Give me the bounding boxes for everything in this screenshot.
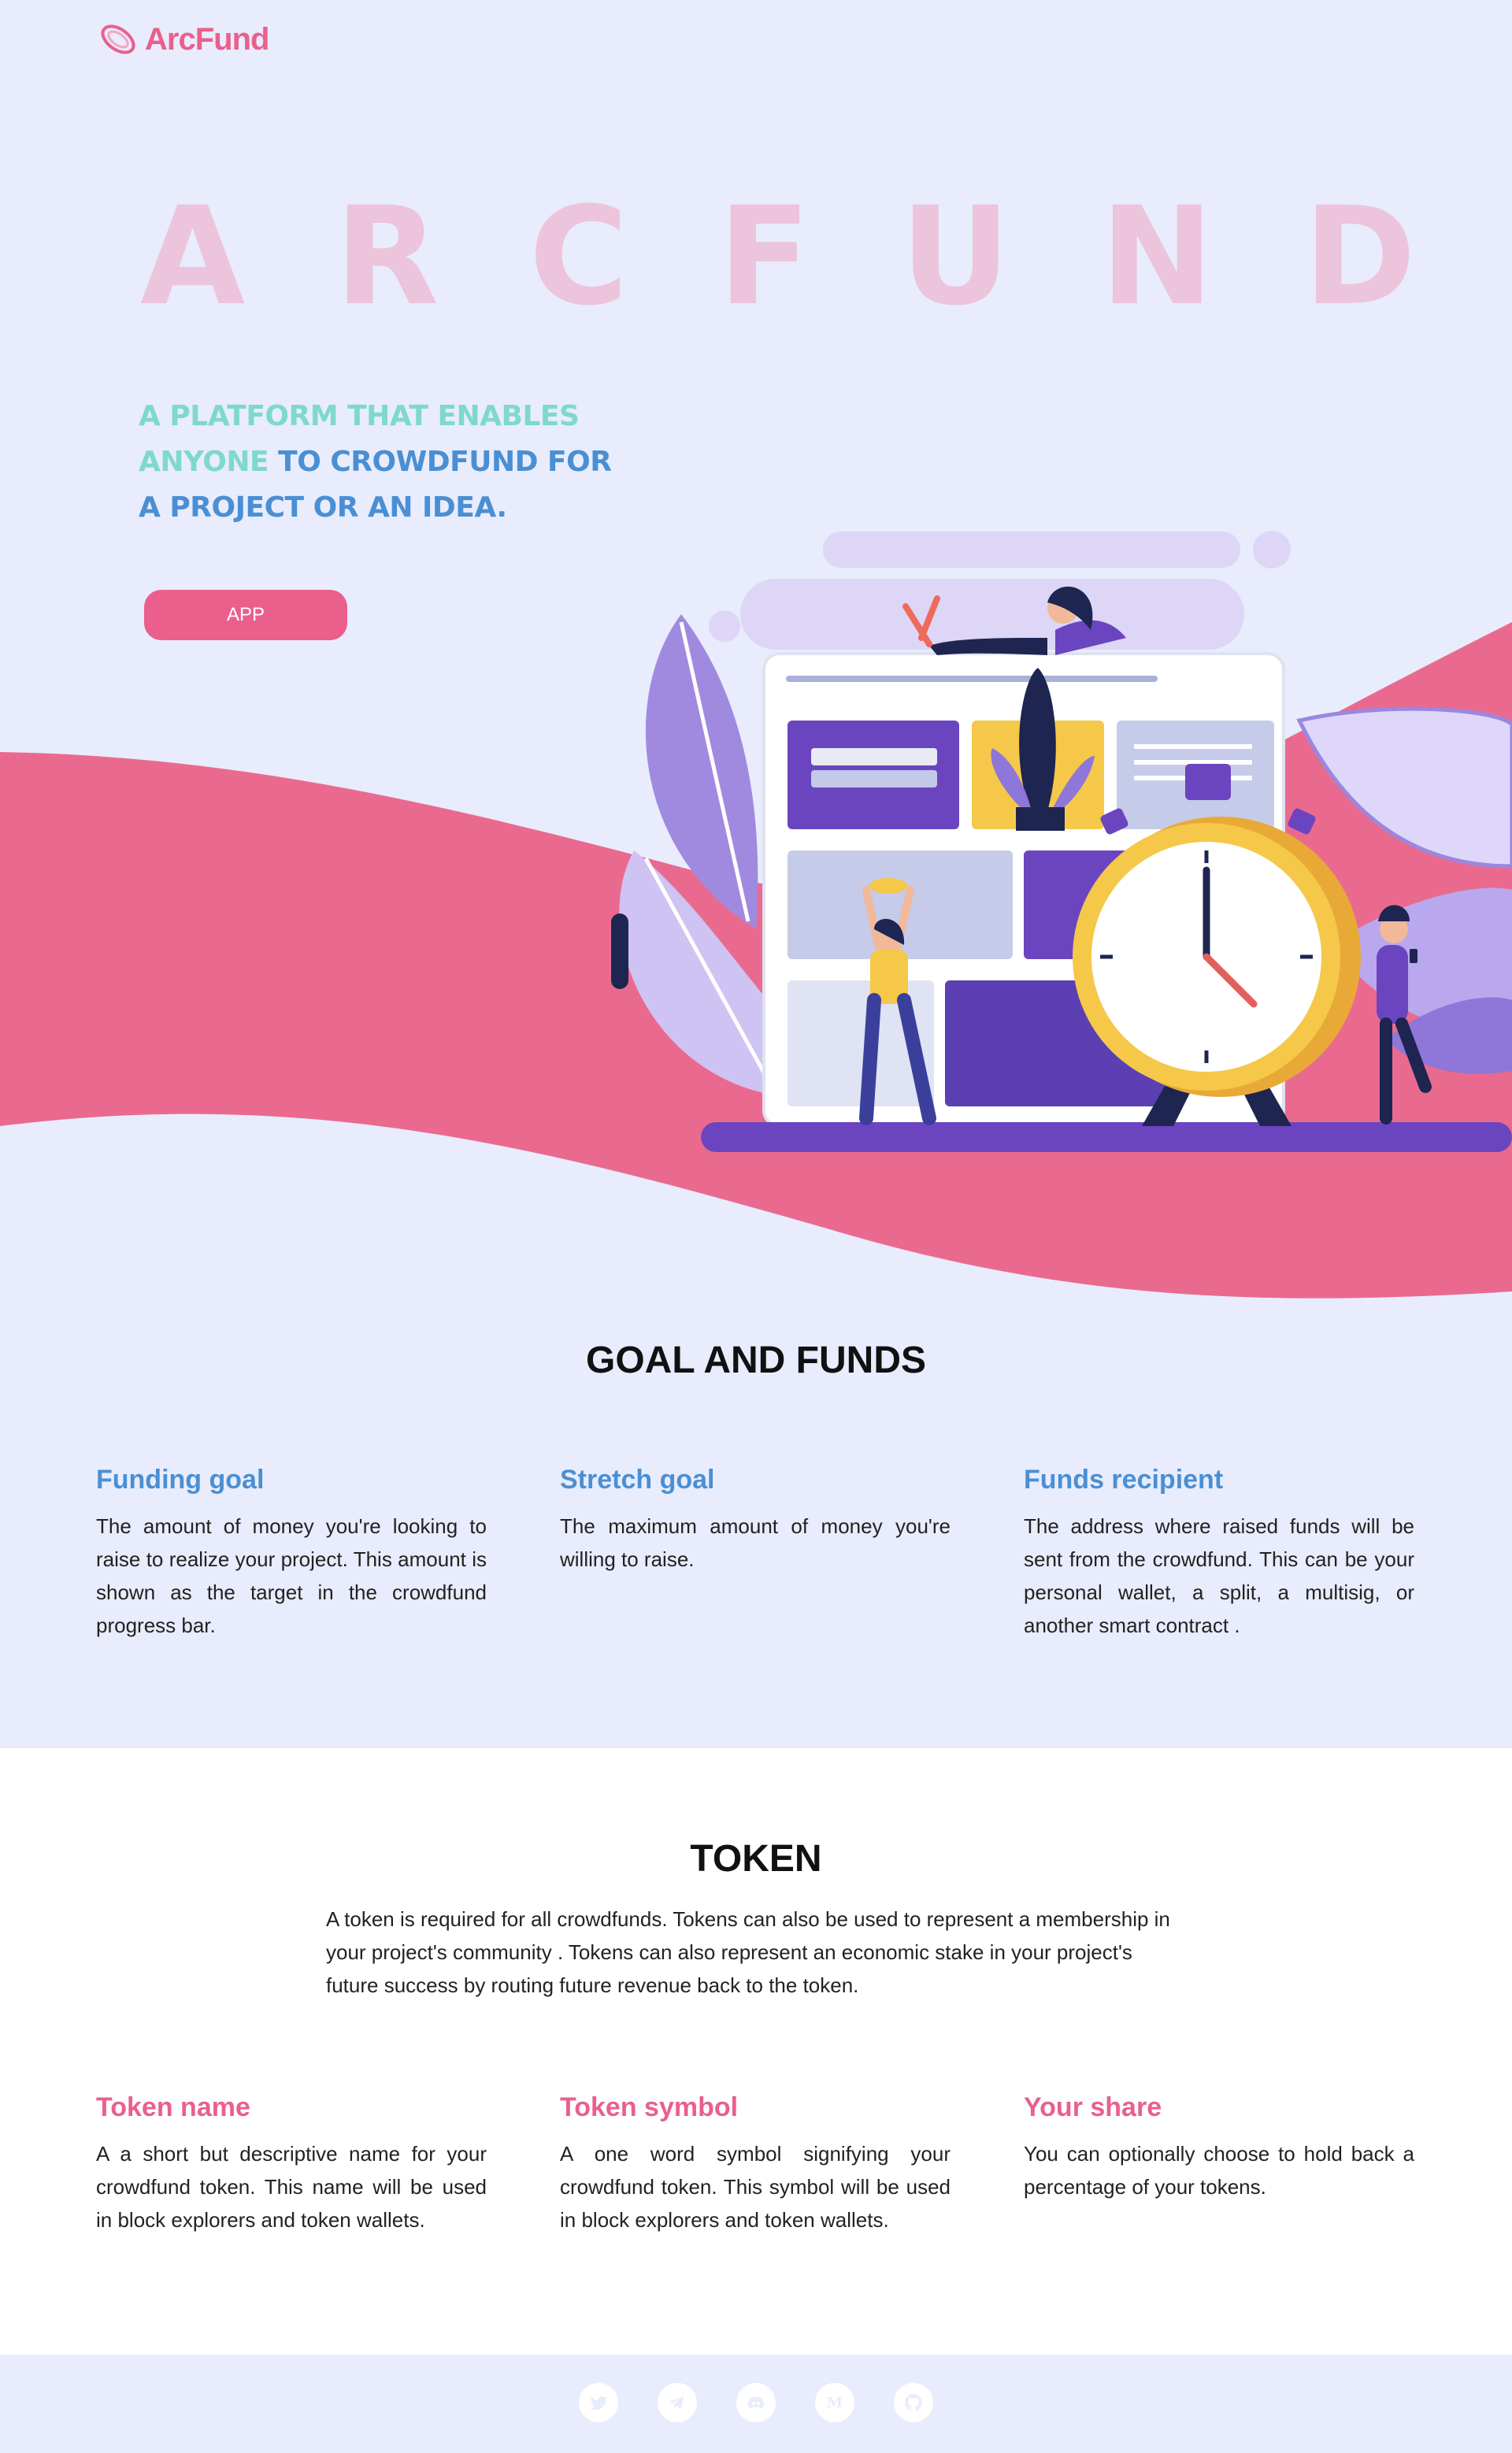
goal-column-stretch-goal: Stretch goal The maximum amount of money… — [560, 1465, 951, 1576]
hero-letter: N — [1100, 177, 1214, 335]
hero-section: ArcFund A R C F U N D A PLATFORM THAT EN… — [0, 0, 1512, 1339]
hero-letter: D — [1303, 177, 1416, 335]
app-button[interactable]: APP — [144, 590, 347, 640]
hero-letter: R — [335, 177, 439, 335]
column-text: A one word symbol signifying your crowdf… — [560, 2142, 951, 2232]
cloud-shapes — [709, 531, 1291, 650]
leaf-shapes — [619, 614, 788, 1095]
column-heading: Funding goal — [96, 1465, 265, 1495]
telegram-icon[interactable] — [658, 2383, 697, 2422]
hero-letter: C — [528, 177, 628, 335]
token-column-name: Token name A a short but descriptive nam… — [96, 2092, 487, 2236]
column-text: The address where raised funds will be s… — [1024, 1514, 1414, 1637]
twitter-icon[interactable] — [579, 2383, 618, 2422]
brand-logo[interactable]: ArcFund — [98, 19, 269, 60]
column-text: The amount of money you're looking to ra… — [96, 1514, 487, 1637]
tagline-part: TO CROWDFUND FOR — [269, 446, 612, 478]
column-heading: Your share — [1024, 2092, 1162, 2122]
column-heading: Token name — [96, 2092, 250, 2122]
column-text: The maximum amount of money you're willi… — [560, 1514, 951, 1571]
token-column-share: Your share You can optionally choose to … — [1024, 2092, 1414, 2203]
hero-big-title: A R C F U N D — [140, 189, 1416, 324]
goal-column-funds-recipient: Funds recipient The address where raised… — [1024, 1465, 1414, 1642]
github-icon[interactable] — [894, 2383, 933, 2422]
pink-wave-bar — [611, 913, 628, 989]
discord-icon[interactable] — [736, 2383, 776, 2422]
goal-section-title: GOAL AND FUNDS — [586, 1340, 926, 1381]
hero-letter: U — [900, 177, 1011, 335]
column-heading: Funds recipient — [1024, 1465, 1224, 1495]
column-heading: Stretch goal — [560, 1465, 715, 1495]
column-text: You can optionally choose to hold back a… — [1024, 2142, 1414, 2199]
arcfund-logo-icon — [101, 24, 135, 54]
svg-text:M: M — [827, 2395, 843, 2411]
hero-illustration — [611, 531, 1512, 1152]
token-intro-text: A token is required for all crowdfunds. … — [326, 1907, 1170, 1997]
tagline-part: A PROJECT OR AN IDEA. — [139, 491, 507, 524]
social-links: M — [0, 2383, 1512, 2422]
column-heading: Token symbol — [560, 2092, 739, 2122]
hero-letter: A — [140, 177, 246, 335]
brand-name: ArcFund — [145, 21, 269, 57]
token-section-title: TOKEN — [690, 1838, 822, 1880]
tagline-part: ANYONE — [139, 446, 269, 478]
token-column-symbol: Token symbol A one word symbol signifyin… — [560, 2092, 951, 2236]
column-text: A a short but descriptive name for your … — [96, 2142, 487, 2232]
goal-column-funding-goal: Funding goal The amount of money you're … — [96, 1465, 487, 1642]
floor-bar — [701, 1122, 1512, 1152]
tagline-part: A PLATFORM THAT ENABLES — [139, 400, 580, 432]
medium-icon[interactable]: M — [815, 2383, 854, 2422]
hero-letter: F — [717, 177, 811, 335]
hero-tagline: A PLATFORM THAT ENABLES ANYONE TO CROWDF… — [139, 394, 627, 531]
